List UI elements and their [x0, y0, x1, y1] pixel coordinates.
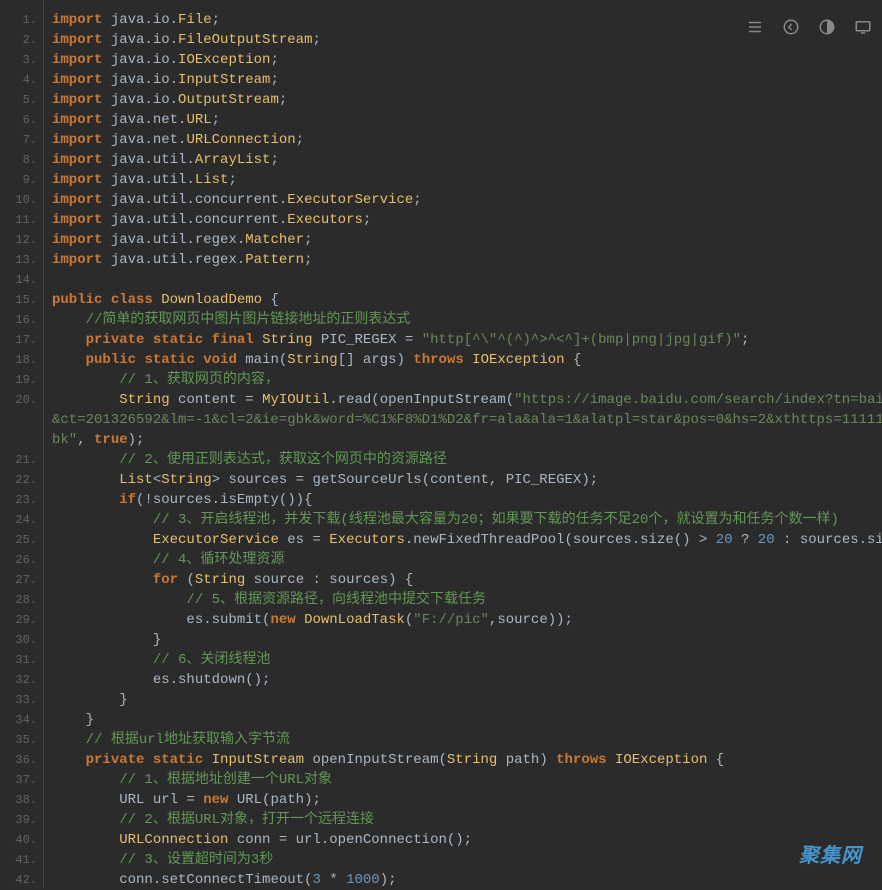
line-number: 13.: [4, 250, 37, 270]
line-number: 16.: [4, 310, 37, 330]
line-number: 23.: [4, 490, 37, 510]
line-number: 12.: [4, 230, 37, 250]
line-number: 28.: [4, 590, 37, 610]
keyword: import: [52, 12, 102, 28]
line-number: 18.: [4, 350, 37, 370]
line-number: 14.: [4, 270, 37, 290]
line-number: 32.: [4, 670, 37, 690]
line-number: 6.: [4, 110, 37, 130]
line-number: 34.: [4, 710, 37, 730]
line-number: 1.: [4, 10, 37, 30]
line-number: 20.: [4, 390, 37, 410]
line-number: 26.: [4, 550, 37, 570]
line-number: 37.: [4, 770, 37, 790]
line-number: 10.: [4, 190, 37, 210]
code-editor: 1.2.3.4.5.6.7.8.9.10.11.12.13.14.15.16.1…: [0, 0, 882, 888]
line-number: 19.: [4, 370, 37, 390]
line-number: 40.: [4, 830, 37, 850]
line-number: 39.: [4, 810, 37, 830]
line-number: 5.: [4, 90, 37, 110]
line-number: 2.: [4, 30, 37, 50]
line-number: 42.: [4, 870, 37, 890]
line-number: 15.: [4, 290, 37, 310]
comment: //简单的获取网页中图片图片链接地址的正则表达式: [86, 312, 411, 328]
line-number: 8.: [4, 150, 37, 170]
watermark: 聚集网: [799, 839, 862, 868]
line-number-gutter: 1.2.3.4.5.6.7.8.9.10.11.12.13.14.15.16.1…: [0, 0, 44, 888]
contrast-icon[interactable]: [818, 18, 836, 36]
line-number: [4, 410, 37, 430]
code-area[interactable]: import java.io.File; import java.io.File…: [44, 0, 882, 888]
line-number: 17.: [4, 330, 37, 350]
line-number: 21.: [4, 450, 37, 470]
line-number: 4.: [4, 70, 37, 90]
line-number: 35.: [4, 730, 37, 750]
line-number: 24.: [4, 510, 37, 530]
line-number: 38.: [4, 790, 37, 810]
toolbar: [746, 18, 872, 36]
line-number: 27.: [4, 570, 37, 590]
line-number: 36.: [4, 750, 37, 770]
list-icon[interactable]: [746, 18, 764, 36]
line-number: 9.: [4, 170, 37, 190]
line-number: 3.: [4, 50, 37, 70]
line-number: 29.: [4, 610, 37, 630]
arrow-left-icon[interactable]: [782, 18, 800, 36]
line-number: 31.: [4, 650, 37, 670]
line-number: 22.: [4, 470, 37, 490]
line-number: 7.: [4, 130, 37, 150]
line-number: [4, 430, 37, 450]
line-number: 11.: [4, 210, 37, 230]
line-number: 25.: [4, 530, 37, 550]
line-number: 41.: [4, 850, 37, 870]
line-number: 33.: [4, 690, 37, 710]
line-number: 30.: [4, 630, 37, 650]
display-icon[interactable]: [854, 18, 872, 36]
